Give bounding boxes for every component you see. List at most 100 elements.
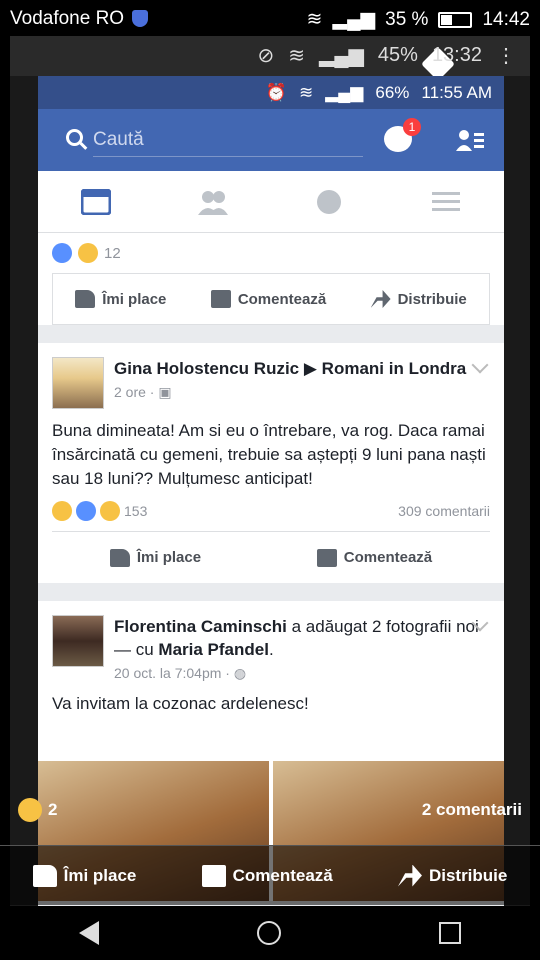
- battery-percent: 45%: [377, 44, 418, 66]
- app-status-bar: ⏰ ≋ ▂▄▆ 66% 11:55 AM: [38, 76, 504, 109]
- public-globe-icon: ◍: [233, 665, 247, 681]
- post-card: Gina Holostencu Ruzic ▶ Romani in Londra…: [38, 343, 504, 583]
- tab-news-feed[interactable]: [38, 171, 155, 232]
- haha-reaction-icon: [18, 798, 42, 822]
- avatar[interactable]: [52, 357, 104, 409]
- signal-icon: ▂▄▆: [318, 45, 364, 67]
- search-icon[interactable]: [66, 129, 83, 146]
- friends-icon: [197, 190, 228, 215]
- tab-menu[interactable]: [388, 171, 505, 232]
- tagged-name[interactable]: Maria Pfandel: [158, 640, 269, 659]
- comment-icon: [201, 864, 226, 887]
- clock: 14:42: [482, 8, 530, 30]
- post-author-line: Florentina Caminschi a adăugat 2 fotogra…: [114, 617, 479, 659]
- mute-icon: ⊘: [257, 45, 275, 67]
- photo-viewer-stats: 2 2 comentarii: [0, 792, 540, 832]
- post-author-line: Gina Holostencu Ruzic ▶ Romani in Londra: [114, 357, 490, 380]
- more-options-icon[interactable]: ⋮: [496, 43, 516, 68]
- photo-content: ⊘ ≋ ▂▄▆ 45% 13:32 ⋮ ⏰ ≋ ▂▄▆ 66% 11:55 AM…: [10, 36, 530, 906]
- post-actions: Îmi place Comentează Distribuie: [52, 273, 490, 325]
- comment-button[interactable]: Comentează: [316, 548, 433, 567]
- like-icon: [75, 290, 96, 308]
- facebook-app: ⏰ ≋ ▂▄▆ 66% 11:55 AM 1: [38, 76, 504, 906]
- author-name[interactable]: Gina Holostencu Ruzic: [114, 359, 299, 378]
- tab-friends[interactable]: [155, 171, 272, 232]
- reactions-summary[interactable]: 2: [18, 798, 57, 822]
- wow-reaction-icon: [100, 501, 120, 521]
- photo-viewer-actions: Îmi place Comentează Distribuie: [0, 845, 540, 905]
- post-text: Va invitam la cozonac ardelenesc!: [52, 694, 309, 713]
- recent-apps-icon[interactable]: [439, 922, 461, 944]
- screen: Vodafone RO ≋ ▂▄▆ 35 % 14:42 ⊘ ≋ ▂▄▆ 45%…: [0, 0, 540, 960]
- tab-bar: [38, 171, 504, 233]
- arrow-right-icon: ▶: [303, 359, 322, 378]
- post-header: Gina Holostencu Ruzic ▶ Romani in Londra…: [38, 343, 504, 409]
- battery-icon: [438, 11, 473, 28]
- reactions-summary[interactable]: 153: [52, 501, 147, 521]
- like-icon: [32, 864, 57, 887]
- globe-icon: [317, 189, 342, 214]
- like-button[interactable]: Îmi place: [75, 290, 166, 308]
- top-bar: 1: [38, 109, 504, 171]
- post-header: Florentina Caminschi a adăugat 2 fotogra…: [38, 601, 504, 682]
- comment-label: Comentează: [237, 290, 327, 308]
- like-label: Îmi place: [136, 549, 202, 566]
- like-button[interactable]: Îmi place: [109, 548, 202, 567]
- carrier-name: Vodafone RO: [10, 8, 125, 29]
- battery-percent: 66%: [375, 82, 410, 102]
- reaction-count: 2: [48, 800, 58, 819]
- alarm-icon: ⏰: [265, 82, 287, 102]
- group-icon: ▣: [158, 384, 172, 400]
- search-input[interactable]: [93, 123, 363, 157]
- comment-button[interactable]: Comentează: [201, 864, 333, 887]
- share-icon: [370, 290, 391, 308]
- like-label: Îmi place: [63, 865, 137, 885]
- comment-count[interactable]: 309 comentarii: [398, 503, 490, 519]
- news-feed-icon: [81, 188, 112, 215]
- comment-icon: [210, 290, 231, 308]
- wifi-icon: ≋: [288, 45, 305, 67]
- home-icon[interactable]: [257, 921, 281, 945]
- battery-percent: 35 %: [385, 8, 429, 30]
- reaction-count: 12: [104, 244, 121, 262]
- post-actions: Îmi place Comentează: [52, 531, 490, 583]
- post-time[interactable]: 2 ore · ▣: [114, 384, 490, 401]
- messenger-badge: 1: [403, 118, 421, 136]
- comment-count[interactable]: 2 comentarii: [422, 800, 522, 820]
- author-name[interactable]: Florentina Caminschi: [114, 617, 287, 636]
- reaction-count: 153: [124, 503, 148, 519]
- post-time[interactable]: 20 oct. la 7:04pm · ◍: [114, 665, 490, 682]
- clock: 13:32: [431, 44, 482, 66]
- share-button[interactable]: Distribuie: [397, 864, 508, 887]
- share-label: Distribuie: [397, 290, 467, 308]
- friend-requests-icon[interactable]: [456, 129, 484, 151]
- system-nav-bar: [0, 906, 540, 960]
- wifi-icon: ≋: [306, 9, 323, 30]
- like-button[interactable]: Îmi place: [32, 864, 137, 887]
- post-text: Buna dimineata! Am si eu o întrebare, va…: [52, 421, 486, 488]
- vpn-shield-icon: [132, 10, 148, 27]
- share-icon: [397, 864, 422, 887]
- comment-button[interactable]: Comentează: [210, 290, 327, 308]
- reactions-summary[interactable]: 12: [38, 233, 504, 273]
- share-label: Distribuie: [428, 865, 508, 885]
- haha-reaction-icon: [78, 243, 98, 263]
- like-reaction-icon: [52, 243, 72, 263]
- post-card: 12 Îmi place Comentează Distribuie: [38, 233, 504, 325]
- avatar[interactable]: [52, 615, 104, 667]
- clock: 11:55 AM: [421, 82, 492, 102]
- like-reaction-icon: [76, 501, 96, 521]
- post-stats: 153 309 comentarii: [38, 501, 504, 531]
- photo-status-bar: ⊘ ≋ ▂▄▆ 45% 13:32 ⋮: [10, 36, 530, 81]
- status-bar: Vodafone RO ≋ ▂▄▆ 35 % 14:42: [0, 0, 540, 36]
- menu-icon: [431, 191, 460, 211]
- comment-label: Comentează: [343, 549, 433, 566]
- share-button[interactable]: Distribuie: [370, 290, 467, 308]
- signal-icon: ▂▄▆: [332, 9, 376, 30]
- back-icon[interactable]: [79, 921, 99, 945]
- like-label: Îmi place: [102, 290, 167, 308]
- group-name[interactable]: Romani in Londra: [322, 359, 467, 378]
- tab-notifications[interactable]: [271, 171, 388, 232]
- comment-icon: [316, 548, 337, 567]
- wifi-icon: ≋: [298, 82, 314, 102]
